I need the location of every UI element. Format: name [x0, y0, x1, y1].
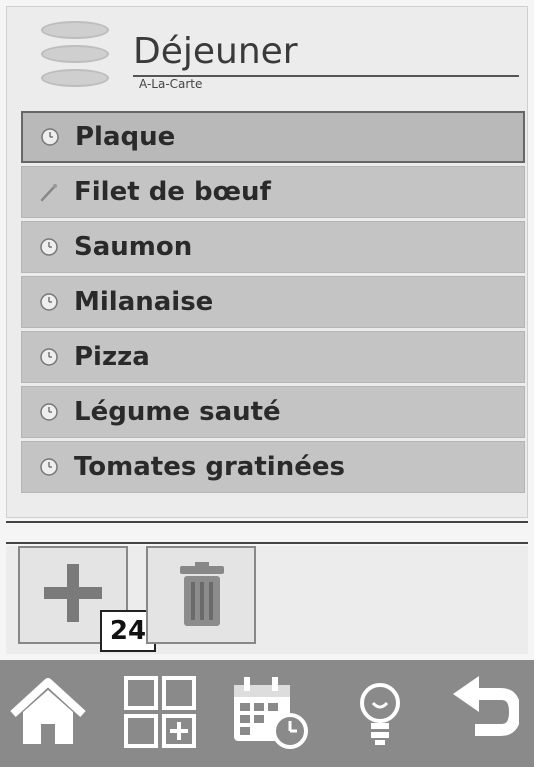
- home-icon: [9, 676, 87, 752]
- tips-button[interactable]: [338, 672, 422, 756]
- page-title: Déjeuner: [133, 31, 298, 72]
- plus-icon: [42, 562, 104, 628]
- home-button[interactable]: [6, 672, 90, 756]
- list-item-legume-saute[interactable]: Légume sauté: [21, 386, 525, 438]
- list-item-label: Pizza: [74, 342, 150, 372]
- list-item-tomates-gratinees[interactable]: Tomates gratinées: [21, 441, 525, 493]
- recipe-panel: Déjeuner A-La-Carte Plaque Filet de bœuf…: [6, 6, 528, 518]
- lightbulb-icon: [355, 677, 405, 751]
- delete-button[interactable]: [146, 546, 256, 644]
- back-arrow-icon: [449, 674, 522, 754]
- thermometer-probe-icon: [38, 181, 60, 203]
- divider: [6, 521, 528, 523]
- list-item-label: Filet de bœuf: [74, 177, 271, 207]
- list-item-label: Légume sauté: [74, 397, 281, 427]
- clock-icon: [38, 236, 60, 258]
- list-item-label: Plaque: [75, 122, 176, 152]
- clock-icon: [38, 401, 60, 423]
- trash-icon: [178, 562, 226, 632]
- list-item-pizza[interactable]: Pizza: [21, 331, 525, 383]
- calendar-clock-icon: [230, 673, 310, 755]
- clock-icon: [38, 346, 60, 368]
- list-item-saumon[interactable]: Saumon: [21, 221, 525, 273]
- list-item-plaque[interactable]: Plaque: [21, 111, 525, 163]
- clock-icon: [39, 126, 61, 148]
- list-item-label: Milanaise: [74, 287, 214, 317]
- add-button[interactable]: 24: [18, 546, 156, 652]
- clock-icon: [38, 456, 60, 478]
- list-item-filet-de-boeuf[interactable]: Filet de bœuf: [21, 166, 525, 218]
- bottom-nav: [0, 660, 534, 767]
- page-subtitle: A-La-Carte: [139, 77, 203, 91]
- list-item-label: Saumon: [74, 232, 193, 262]
- back-button[interactable]: [442, 672, 526, 756]
- clock-icon: [38, 291, 60, 313]
- list-item-milanaise[interactable]: Milanaise: [21, 276, 525, 328]
- grid-add-button[interactable]: [118, 672, 202, 756]
- action-toolbar: 24: [6, 546, 528, 654]
- recipe-list: Plaque Filet de bœuf Saumon Milanaise Pi…: [21, 111, 525, 496]
- stacked-plates-icon: [41, 21, 109, 93]
- calendar-button[interactable]: [228, 672, 312, 756]
- list-item-label: Tomates gratinées: [74, 452, 345, 482]
- grid-add-icon: [122, 674, 198, 754]
- divider: [6, 542, 528, 544]
